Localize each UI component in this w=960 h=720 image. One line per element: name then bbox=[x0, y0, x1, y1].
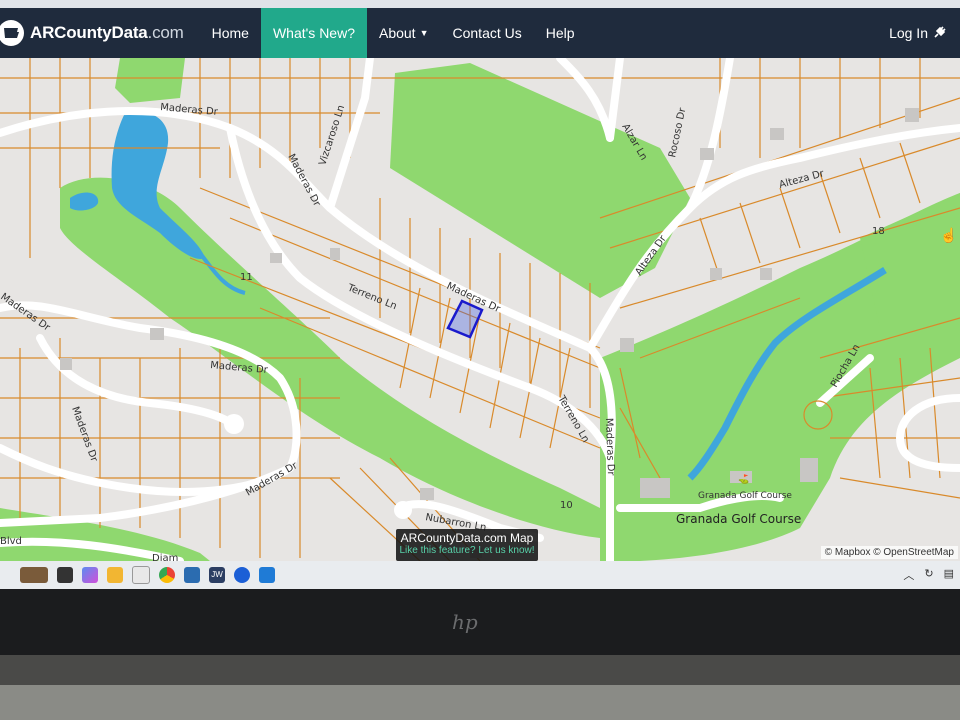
street-label: Maderas Dr bbox=[0, 291, 53, 334]
nav-about[interactable]: About ▼ bbox=[367, 8, 441, 58]
cul-de-sac bbox=[224, 414, 244, 434]
map-attribution[interactable]: © Mapbox © OpenStreetMap bbox=[820, 546, 958, 559]
system-tray: ︿ ↻ ▤ bbox=[903, 567, 954, 583]
street-label: Rocoso Dr bbox=[667, 106, 688, 159]
golf-course-small-label: Granada Golf Course bbox=[698, 491, 792, 501]
laptop-base bbox=[0, 685, 960, 720]
network-icon[interactable]: ▤ bbox=[944, 567, 954, 583]
folder-icon[interactable] bbox=[107, 567, 123, 583]
map-caption: ARCountyData.com Map Like this feature? … bbox=[396, 529, 538, 561]
nav-home[interactable]: Home bbox=[200, 8, 261, 58]
parcel-map[interactable]: ⛳ Maderas Dr Vizcaroso Ln Maderas Dr Alz… bbox=[0, 58, 960, 561]
map-caption-title: ARCountyData.com Map bbox=[400, 531, 534, 545]
mail-icon[interactable] bbox=[184, 567, 200, 583]
nav-login[interactable]: Log In bbox=[877, 8, 960, 58]
laptop-hinge bbox=[0, 655, 960, 685]
nav-contact-us[interactable]: Contact Us bbox=[441, 8, 534, 58]
street-label: Maderas Dr bbox=[69, 405, 99, 464]
street-label: Diam bbox=[152, 553, 178, 561]
street-label: Maderas Dr bbox=[244, 460, 300, 499]
hole-number: 18 bbox=[872, 226, 885, 237]
hole-number: 11 bbox=[240, 272, 253, 283]
nav-help[interactable]: Help bbox=[534, 8, 587, 58]
street-label: Maderas Dr bbox=[285, 152, 322, 209]
arkansas-logo-icon bbox=[0, 20, 24, 46]
windows-taskbar: JW ︿ ↻ ▤ bbox=[0, 561, 960, 589]
cul-de-sac-2 bbox=[394, 501, 412, 519]
golf-course-label: Granada Golf Course bbox=[676, 512, 801, 526]
browser-top-strip bbox=[0, 0, 960, 8]
hole-number: 10 bbox=[560, 500, 573, 511]
caret-down-icon: ▼ bbox=[419, 28, 429, 38]
animal-app-icon[interactable] bbox=[20, 567, 48, 583]
copilot-icon[interactable] bbox=[82, 567, 98, 583]
plug-icon bbox=[934, 26, 946, 38]
map-canvas[interactable]: ⛳ Maderas Dr Vizcaroso Ln Maderas Dr Alz… bbox=[0, 58, 960, 561]
hp-logo: hp bbox=[452, 610, 478, 634]
jw-icon[interactable]: JW bbox=[209, 567, 225, 583]
site-navbar: ARCountyData.com Home What's New? About ▼… bbox=[0, 8, 960, 58]
snip-icon[interactable] bbox=[132, 566, 150, 584]
chevron-up-icon[interactable]: ︿ bbox=[903, 567, 914, 583]
nav-whats-new[interactable]: What's New? bbox=[260, 8, 367, 58]
chrome-icon[interactable] bbox=[159, 567, 175, 583]
street-label: Maderas Dr bbox=[603, 418, 616, 477]
golf-flag-icon: ⛳ bbox=[738, 473, 749, 485]
file-icon[interactable] bbox=[57, 567, 73, 583]
sync-icon[interactable]: ↻ bbox=[924, 567, 933, 583]
green-top-left bbox=[115, 58, 185, 103]
calendar-icon[interactable] bbox=[259, 567, 275, 583]
brand[interactable]: ARCountyData.com bbox=[0, 8, 184, 58]
brand-name: ARCountyData.com bbox=[30, 23, 184, 42]
selected-parcel[interactable] bbox=[446, 299, 484, 339]
feedback-link[interactable]: Like this feature? Let us know! bbox=[396, 545, 538, 556]
street-label: Blvd bbox=[0, 536, 22, 547]
hand-cursor-icon: ☝ bbox=[940, 226, 957, 244]
malwarebytes-icon[interactable] bbox=[234, 567, 250, 583]
